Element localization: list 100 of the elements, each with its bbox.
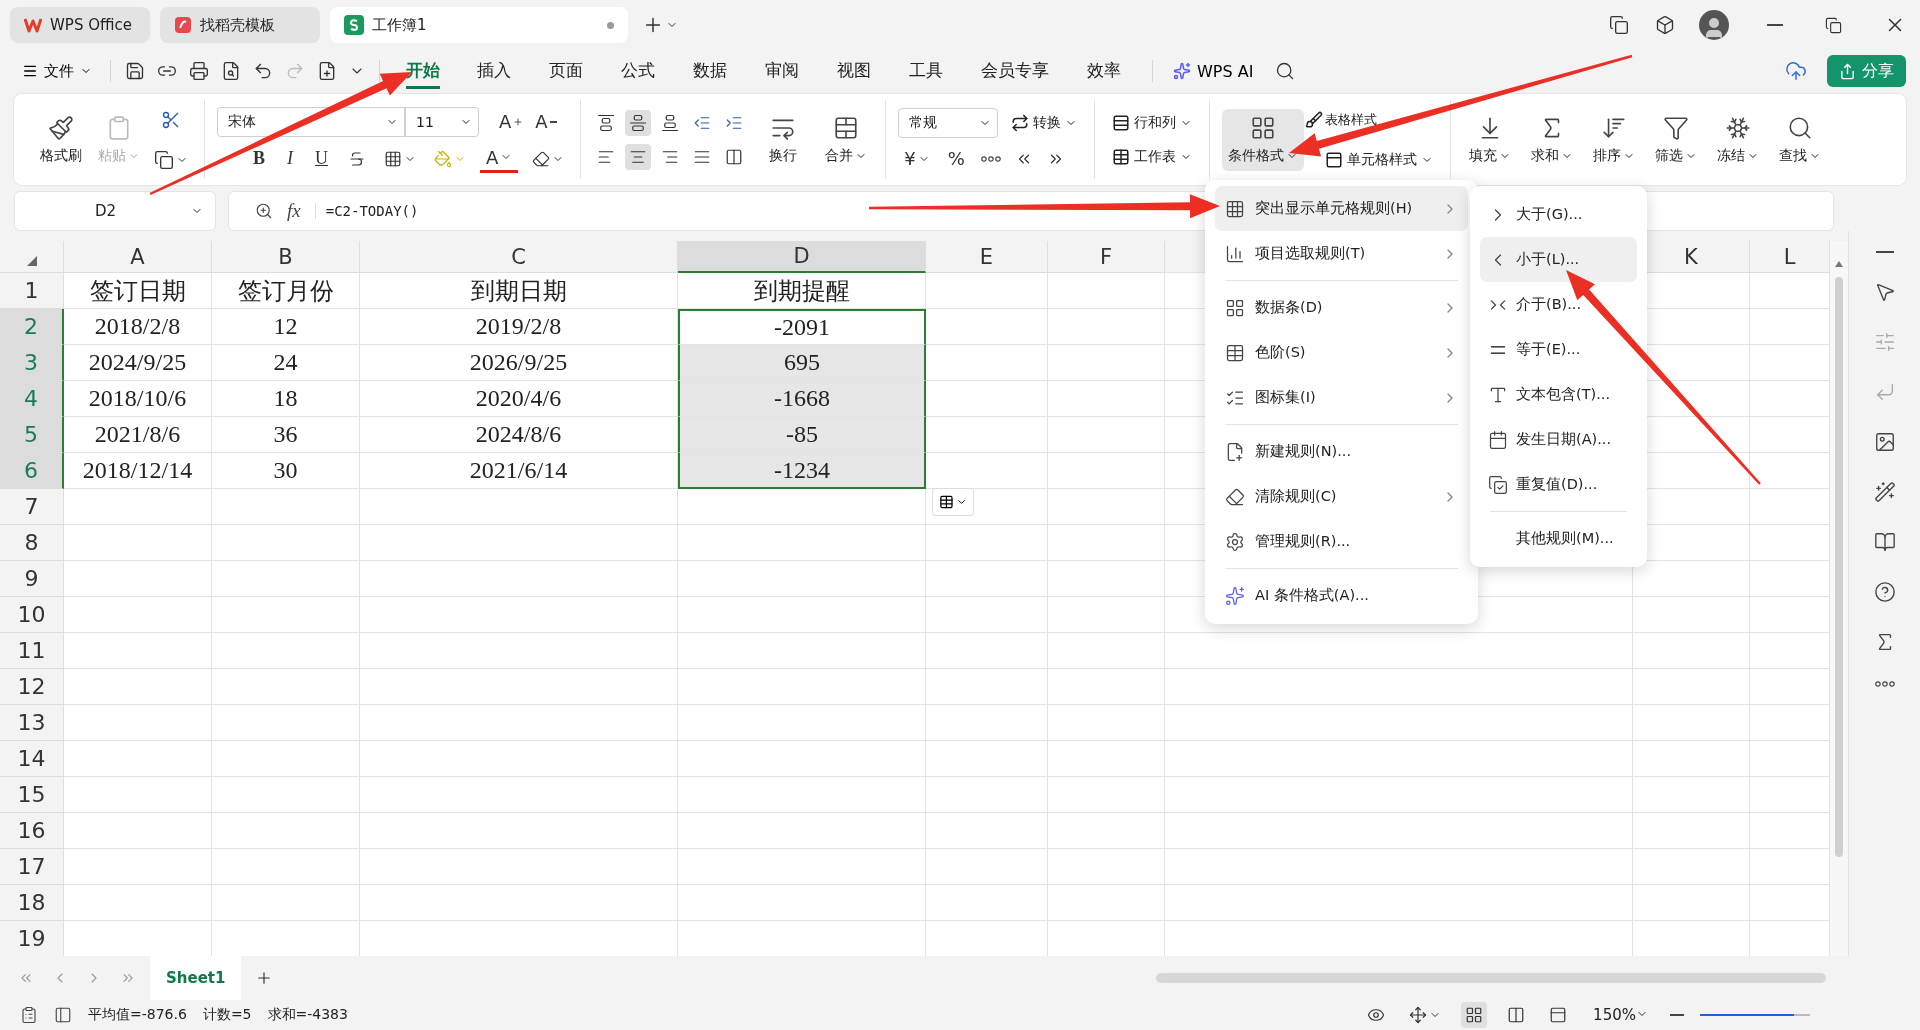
ribbon-tab[interactable]: 数据 xyxy=(693,53,727,89)
menu-item[interactable]: 突出显示单元格规则(H) xyxy=(1215,186,1468,231)
font-size-select[interactable]: 11 xyxy=(405,106,479,137)
table-cell: 24 xyxy=(212,345,360,381)
column-header[interactable]: F xyxy=(1048,241,1165,273)
table-cell: 2024/9/25 xyxy=(64,345,212,381)
row-header[interactable]: 8 xyxy=(0,525,64,561)
document-tab[interactable]: WPS Office xyxy=(10,7,150,43)
table-cell: -1234 xyxy=(678,453,926,489)
font-style-button[interactable]: I xyxy=(281,146,299,171)
ribbon-tab[interactable]: 审阅 xyxy=(765,53,799,89)
menu-item[interactable]: 文本包含(T)... xyxy=(1480,372,1637,417)
document-tab[interactable]: 找稻壳模板 xyxy=(160,7,320,43)
table-cell: 2024/8/6 xyxy=(360,417,678,453)
status-text: 求和=-4383 xyxy=(267,1006,348,1024)
table-cell: 2021/8/6 xyxy=(64,417,212,453)
sheet-tab[interactable]: Sheet1 xyxy=(150,956,242,1000)
row-header[interactable]: 15 xyxy=(0,777,64,813)
row-header[interactable]: 18 xyxy=(0,885,64,921)
column-header[interactable]: L xyxy=(1750,241,1830,273)
row-header[interactable]: 2 xyxy=(0,309,64,345)
table-cell: 12 xyxy=(212,309,360,345)
ribbon-tab[interactable]: 效率 xyxy=(1087,53,1121,89)
ribbon-button[interactable]: 填充 xyxy=(1463,108,1518,171)
table-cell: -1668 xyxy=(678,381,926,417)
ribbon-tab[interactable]: 视图 xyxy=(837,53,871,89)
ribbon-button[interactable]: 排序 xyxy=(1587,108,1642,171)
file-menu[interactable]: 文件 xyxy=(14,57,100,85)
ai-button[interactable]: WPS AI xyxy=(1167,60,1260,82)
menu-item[interactable]: 介于(B)... xyxy=(1480,282,1637,327)
row-header[interactable]: 11 xyxy=(0,633,64,669)
name-box[interactable]: D2 xyxy=(14,191,216,231)
menu-item[interactable]: 其他规则(M)... xyxy=(1480,516,1637,561)
currency-button[interactable]: ¥ xyxy=(898,146,936,171)
row-header[interactable]: 4 xyxy=(0,381,64,417)
row-header[interactable]: 10 xyxy=(0,597,64,633)
menu-item[interactable]: 清除规则(C) xyxy=(1215,474,1468,519)
row-header[interactable]: 14 xyxy=(0,741,64,777)
font-color-button[interactable]: A xyxy=(480,144,519,173)
column-header[interactable]: C xyxy=(360,241,678,273)
menu-item[interactable]: 数据条(D) xyxy=(1215,285,1468,330)
row-header[interactable]: 16 xyxy=(0,813,64,849)
ribbon-tab[interactable]: 会员专享 xyxy=(981,53,1049,89)
row-header[interactable]: 17 xyxy=(0,849,64,885)
shrink-font-button[interactable]: A xyxy=(529,109,563,134)
formula-text: =C2-TODAY() xyxy=(314,203,419,219)
cell-style-button[interactable]: 单元格样式 xyxy=(1320,147,1439,172)
number-format-select[interactable]: 常规 xyxy=(898,107,999,138)
percent-button[interactable]: % xyxy=(941,146,971,171)
ribbon-tab[interactable]: 页面 xyxy=(549,53,583,89)
font-style-button[interactable]: U xyxy=(309,146,334,171)
font-style-button[interactable]: B xyxy=(247,146,271,171)
ribbon-tab[interactable]: 插入 xyxy=(477,53,511,89)
convert-button[interactable]: 转换 xyxy=(1006,110,1083,135)
row-header[interactable]: 6 xyxy=(0,453,64,489)
ribbon-button[interactable]: 筛选 xyxy=(1649,108,1704,171)
merge-button[interactable]: 合并 xyxy=(819,108,874,171)
table-cell: 2020/4/6 xyxy=(360,381,678,417)
row-header[interactable]: 19 xyxy=(0,921,64,956)
row-header[interactable]: 12 xyxy=(0,669,64,705)
row-header[interactable]: 1 xyxy=(0,273,64,309)
column-header[interactable]: A xyxy=(64,241,212,273)
status-text: 平均值=-876.6 xyxy=(88,1006,187,1024)
zoom-level[interactable]: 150% xyxy=(1593,1006,1648,1024)
grow-font-button[interactable]: A xyxy=(493,109,530,134)
format-painter-button[interactable]: 格式刷 xyxy=(34,108,88,171)
worksheet-button[interactable]: 工作表 xyxy=(1107,144,1198,169)
font-select[interactable]: 宋体 xyxy=(217,106,405,137)
share-button[interactable]: 分享 xyxy=(1827,55,1906,87)
ribbon-button[interactable]: 查找 xyxy=(1773,108,1828,171)
ribbon-tab[interactable]: 公式 xyxy=(621,53,655,89)
table-cell: 18 xyxy=(212,381,360,417)
row-header[interactable]: 13 xyxy=(0,705,64,741)
row-header[interactable]: 7 xyxy=(0,489,64,525)
table-style-button[interactable]: 表格样式 xyxy=(1302,107,1381,132)
table-cell: 到期日期 xyxy=(360,273,678,309)
table-cell: 2018/10/6 xyxy=(64,381,212,417)
conditional-format-button[interactable]: 条件格式 xyxy=(1222,108,1305,171)
menu-item[interactable]: 重复值(D)... xyxy=(1480,462,1637,507)
menu-item[interactable]: 等于(E)... xyxy=(1480,327,1637,372)
menu-item[interactable]: 发生日期(A)... xyxy=(1480,417,1637,462)
column-header[interactable]: E xyxy=(926,241,1048,273)
menu-item[interactable]: AI 条件格式(A)... xyxy=(1215,573,1468,618)
wrap-text-button[interactable]: 换行 xyxy=(757,108,810,171)
row-header[interactable]: 3 xyxy=(0,345,64,381)
document-tab[interactable]: 工作簿1 xyxy=(330,7,628,43)
menu-item[interactable]: 项目选取规则(T) xyxy=(1215,231,1468,276)
menu-item[interactable]: 色阶(S) xyxy=(1215,330,1468,375)
row-header[interactable]: 5 xyxy=(0,417,64,453)
column-header[interactable]: D xyxy=(678,241,926,273)
menu-item[interactable]: 管理规则(R)... xyxy=(1215,519,1468,564)
menu-item[interactable]: 小于(L)... xyxy=(1480,237,1637,282)
ribbon-button[interactable]: 求和 xyxy=(1525,108,1580,171)
ribbon-button[interactable]: 冻结 xyxy=(1711,108,1766,171)
menu-item[interactable]: 图标集(I) xyxy=(1215,375,1468,420)
menu-item[interactable]: 新建规则(N)... xyxy=(1215,429,1468,474)
row-header[interactable]: 9 xyxy=(0,561,64,597)
column-header[interactable]: B xyxy=(212,241,360,273)
ribbon-tab[interactable]: 工具 xyxy=(909,53,943,89)
rows-columns-button[interactable]: 行和列 xyxy=(1107,110,1198,135)
